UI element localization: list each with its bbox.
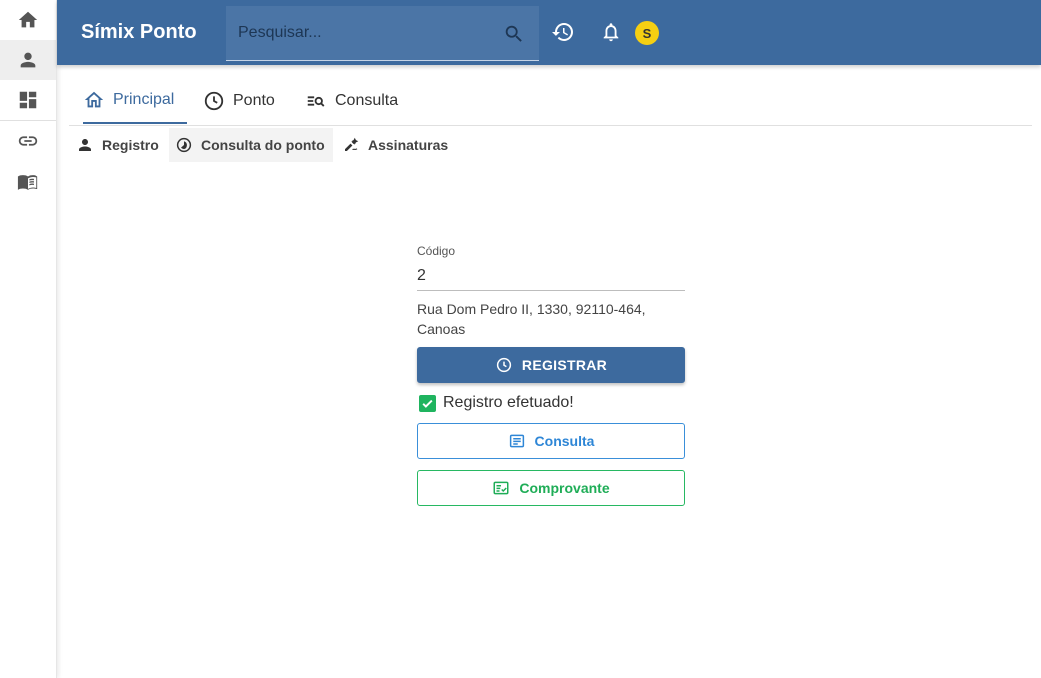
subtab-assinaturas[interactable]: Assinaturas [336,128,454,162]
comprovante-button-label: Comprovante [519,480,610,496]
person-icon [20,52,36,68]
code-field[interactable] [417,262,685,291]
dashboard-icon [19,91,37,109]
subtab-assinaturas-label: Assinaturas [368,137,449,153]
subtab-registro[interactable]: Registro [70,128,165,162]
search-input[interactable] [226,6,498,60]
rail-dashboard[interactable] [0,80,56,120]
timelapse-icon [175,136,193,154]
clock-icon [495,356,513,374]
main-tabs: Principal Ponto Consulta [69,78,1032,126]
tab-principal[interactable]: Principal [83,78,188,124]
tab-ponto-label: Ponto [233,92,275,109]
book-icon [17,175,38,190]
address-text: Rua Dom Pedro II, 1330, 92110-464, Canoa… [417,301,646,337]
rail-profile[interactable] [0,40,56,80]
receipt-check-icon [492,479,510,497]
subtab-consulta-do-ponto-label: Consulta do ponto [201,137,325,153]
tab-principal-label: Principal [113,91,175,108]
home-outline-icon [83,89,105,111]
tab-consulta-label: Consulta [335,92,399,109]
app-title: Símix Ponto [81,21,197,43]
rail-manual[interactable] [0,162,56,202]
link-icon [18,136,38,146]
success-message: Registro efetuado! [443,394,574,411]
register-button-label: REGISTRAR [521,357,608,373]
consulta-button[interactable]: Consulta [417,423,685,459]
top-app-bar: Símix Ponto S [57,0,1041,65]
left-navigation-rail [0,0,57,678]
register-button[interactable]: REGISTRAR [417,347,685,383]
list-search-icon [305,90,327,112]
success-status: Registro efetuado! [419,393,574,413]
subtab-registro-label: Registro [102,137,159,153]
consulta-button-label: Consulta [534,433,595,449]
history-icon[interactable] [551,20,575,44]
code-field-label: Código [417,244,456,258]
document-icon [508,432,526,450]
tab-consulta[interactable]: Consulta [305,78,398,124]
user-avatar[interactable]: S [635,21,659,45]
clock-icon [203,90,225,112]
rail-home[interactable] [0,0,56,40]
search-box [226,6,539,61]
notifications-bell-icon[interactable] [600,21,622,43]
subtab-consulta-do-ponto[interactable]: Consulta do ponto [169,128,333,162]
search-icon[interactable] [503,23,525,45]
check-icon [419,394,436,412]
home-icon [18,11,38,28]
rail-links[interactable] [0,121,56,161]
person-icon [76,136,94,154]
comprovante-button[interactable]: Comprovante [417,470,685,506]
tab-ponto[interactable]: Ponto [203,78,275,124]
draw-icon [342,136,360,154]
